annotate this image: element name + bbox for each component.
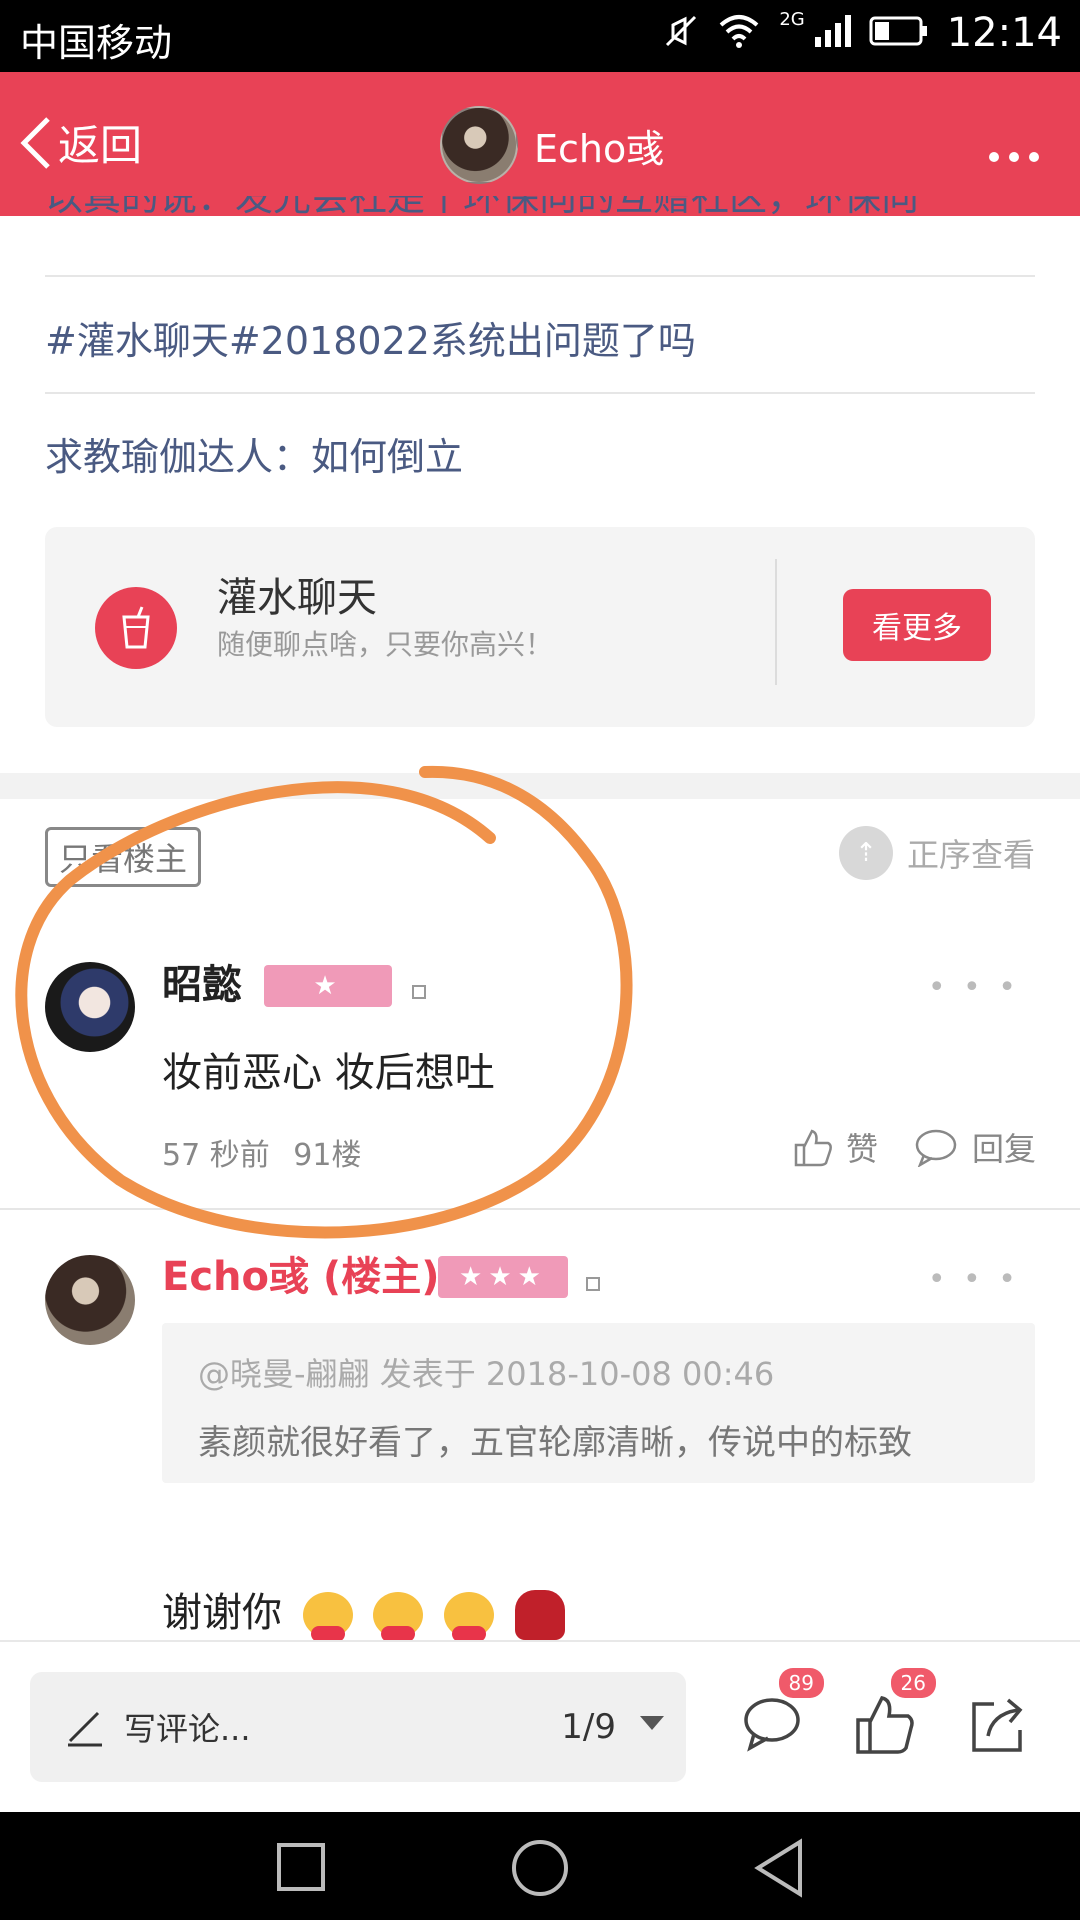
cup-icon <box>95 587 177 669</box>
more-options-button[interactable] <box>988 124 1040 175</box>
home-icon[interactable] <box>510 1838 570 1898</box>
divider <box>0 1208 1080 1210</box>
comment-count-badge: 89 <box>778 1668 824 1698</box>
chat-bubble-icon <box>744 1698 800 1752</box>
signal-icon <box>813 13 851 53</box>
community-desc: 随便聊点啥，只要你高兴！ <box>217 628 554 661</box>
reply-label: 回复 <box>972 1130 1037 1168</box>
sort-order-label: 正序查看 <box>906 836 1035 874</box>
emoji-icon <box>444 1592 495 1640</box>
quote-text: 素颜就很好看了，五官轮廓清晰，传说中的标致 <box>198 1423 912 1463</box>
comment-more-button[interactable]: • • • <box>928 970 1020 1005</box>
chevron-down-icon[interactable] <box>640 1716 664 1730</box>
divider <box>775 559 777 685</box>
avatar[interactable] <box>45 962 135 1052</box>
chat-bubble-icon <box>915 1129 957 1167</box>
topic-item[interactable]: 求教瑜伽达人：如何倒立 <box>45 426 1035 481</box>
status-icons: 2G 12:14 <box>663 8 1062 56</box>
chevron-left-icon <box>20 116 50 169</box>
like-post-button[interactable]: 26 <box>852 1668 936 1756</box>
write-comment-placeholder: 写评论... <box>124 1710 251 1748</box>
quote-header: @晓曼-翩翩 发表于 2018-10-08 00:46 <box>198 1355 775 1393</box>
topic-item[interactable]: 以真的说：发光会社是个环保向的互赠社区，环保向 <box>45 196 1035 218</box>
level-badge: ★ <box>264 965 392 1007</box>
thumbs-up-icon <box>856 1696 914 1754</box>
level-badge: ★★★ <box>438 1256 568 1298</box>
see-more-button[interactable]: 看更多 <box>843 589 991 661</box>
avatar[interactable] <box>45 1255 135 1345</box>
top-app-bar: 返回 Echo彧 <box>0 72 1080 216</box>
quoted-comment[interactable]: @晓曼-翩翩 发表于 2018-10-08 00:46 素颜就很好看了，五官轮廓… <box>162 1323 1035 1483</box>
page-indicator[interactable]: 1/9 <box>561 1707 616 1747</box>
clock: 12:14 <box>946 10 1062 56</box>
share-icon <box>972 1698 1023 1752</box>
back-button[interactable]: 返回 <box>18 112 142 173</box>
bottom-toolbar: 写评论... 1/9 89 26 <box>0 1640 1080 1814</box>
back-label: 返回 <box>58 121 143 170</box>
thumbs-up-icon <box>794 1129 832 1167</box>
more-dots-icon <box>989 152 1039 162</box>
community-name: 灌水聊天 <box>217 575 377 621</box>
emoji-icon <box>302 1592 353 1640</box>
header-user-name: Echo彧 <box>534 126 665 171</box>
comments-button[interactable]: 89 <box>740 1668 824 1756</box>
mute-icon <box>663 13 699 53</box>
emoji-icon <box>373 1592 424 1640</box>
medal-icon <box>412 985 426 999</box>
network-type-label: 2G <box>779 8 805 30</box>
carrier-label: 中国移动 <box>20 21 173 65</box>
comment-text: 妆前恶心 妆后想吐 <box>162 1050 495 1096</box>
community-card[interactable]: 灌水聊天 随便聊点啥，只要你高兴！ 看更多 <box>45 527 1035 727</box>
medal-icon <box>586 1277 600 1291</box>
comment-floor: 91楼 <box>293 1138 362 1173</box>
rose-icon <box>514 1590 565 1640</box>
battery-icon <box>869 15 929 51</box>
pencil-icon <box>68 1711 102 1747</box>
header-user[interactable]: Echo彧 <box>440 106 664 184</box>
divider <box>45 392 1035 394</box>
like-button[interactable]: 赞 <box>792 1124 878 1170</box>
section-separator <box>0 773 1080 799</box>
comment-user-name[interactable]: 昭懿 <box>162 952 242 1010</box>
comment-more-button[interactable]: • • • <box>928 1262 1020 1297</box>
comment-meta: 57 秒前 91楼 <box>162 1130 361 1174</box>
avatar[interactable] <box>440 106 518 184</box>
wifi-icon <box>717 13 761 53</box>
write-comment-input[interactable]: 写评论... 1/9 <box>30 1672 686 1782</box>
only-host-button[interactable]: 只看楼主 <box>45 827 201 887</box>
like-label: 赞 <box>846 1130 879 1168</box>
comment-time: 57 秒前 <box>162 1138 270 1173</box>
topic-item[interactable]: #灌水聊天#2018022系统出问题了吗 <box>45 310 1035 365</box>
comment-user-name[interactable]: Echo彧 (楼主) <box>162 1244 439 1302</box>
back-nav-icon[interactable] <box>752 1838 806 1898</box>
like-count-badge: 26 <box>890 1668 936 1698</box>
reply-button[interactable]: 回复 <box>914 1124 1036 1170</box>
share-button[interactable] <box>966 1692 1030 1756</box>
comment-text: 谢谢你 <box>162 1580 565 1640</box>
system-nav-bar <box>0 1812 1080 1920</box>
sort-icon: ⇡ <box>838 826 893 880</box>
status-bar: 中国移动 2G 12:14 <box>0 0 1080 72</box>
divider <box>45 275 1035 277</box>
sort-order-button[interactable]: ⇡ 正序查看 <box>838 826 1035 880</box>
recents-icon[interactable] <box>276 1842 326 1892</box>
